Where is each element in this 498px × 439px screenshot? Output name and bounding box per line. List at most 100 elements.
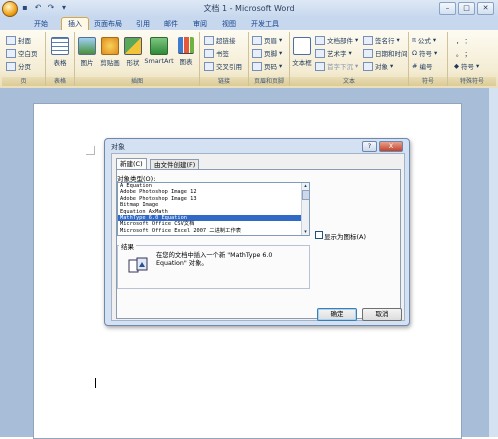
group-label-special-symbols: 特殊符号 [448, 77, 496, 86]
dropdown-arrow-icon: ▾ [348, 49, 352, 57]
group-pages: 封面 空白页 分页 页 [2, 32, 46, 86]
page-number-button[interactable]: 页码 ▾ [252, 61, 282, 71]
cover-page-button[interactable]: 封面 [6, 35, 31, 45]
dropdown-arrow-icon: ▾ [432, 36, 437, 44]
wordart-button[interactable]: 艺术字 ▾ [315, 48, 352, 58]
number-button[interactable]: # 编号 [412, 61, 432, 71]
signature-line-icon [363, 35, 373, 45]
comma-icon: ， [456, 37, 463, 45]
dropdown-arrow-icon: ▾ [279, 62, 283, 70]
text-cursor [95, 378, 96, 388]
blank-page-button[interactable]: 空白页 [6, 48, 38, 58]
list-item[interactable]: Microsoft Office Excel 2007 二进制工作表 [118, 228, 309, 234]
number-icon: # [412, 62, 418, 70]
signature-line-button[interactable]: 签名行 ▾ [363, 35, 400, 45]
page-break-button[interactable]: 分页 [6, 61, 31, 71]
footer-icon [252, 48, 262, 58]
title-bar: ▪ ↶ ↷ ▾ 文档 1 - Microsoft Word – □ ✕ [0, 0, 498, 18]
dropdown-arrow-icon: ▾ [396, 36, 400, 44]
result-label: 结果 [119, 241, 136, 251]
scroll-thumb[interactable] [302, 190, 309, 200]
dialog-title: 对象 [111, 143, 125, 151]
tab-review[interactable]: 审阅 [193, 18, 207, 30]
quick-parts-icon [315, 35, 325, 45]
table-button[interactable]: 表格 [50, 37, 70, 67]
maximize-icon[interactable]: □ [458, 2, 475, 15]
special-symbol-icon: ◆ [454, 62, 459, 70]
textbox-icon [293, 37, 311, 55]
tab-insert[interactable]: 插入 [61, 17, 89, 30]
bookmark-button[interactable]: 书签 [204, 48, 229, 58]
special-symbol-period[interactable]: 。； [456, 48, 471, 58]
insert-object-icon [128, 257, 148, 273]
group-label-table: 表格 [46, 77, 74, 86]
dropdown-arrow-icon: ▾ [279, 49, 283, 57]
object-dialog: 对象 ? X 新建(C) 由文件创建(F) 对象类型(O): A Equatio… [104, 138, 410, 326]
bookmark-icon [204, 48, 214, 58]
smartart-button[interactable]: SmartArt [144, 37, 174, 65]
dropcap-icon [315, 61, 325, 71]
footer-button[interactable]: 页脚 ▾ [252, 48, 282, 58]
ok-button[interactable]: 确定 [317, 308, 357, 321]
cover-page-icon [6, 35, 16, 45]
object-icon [363, 61, 373, 71]
picture-button[interactable]: 图片 [78, 37, 96, 67]
object-type-list[interactable]: A Equation Adobe Photoshop Image 12 Adobe … [117, 182, 310, 236]
date-time-button[interactable]: 日期和时间 [363, 48, 408, 58]
display-as-icon-checkbox[interactable] [315, 231, 323, 239]
calendar-icon [363, 48, 373, 58]
display-as-icon-label: 显示为图标(A) [324, 233, 367, 241]
tab-references[interactable]: 引用 [136, 18, 150, 30]
list-scrollbar[interactable]: ▴ ▾ [301, 183, 309, 235]
dialog-title-buttons: ? X [362, 141, 403, 152]
minimize-icon[interactable]: – [439, 2, 456, 15]
cross-reference-button[interactable]: 交叉引用 [204, 61, 242, 71]
shapes-button[interactable]: 形状 [124, 37, 142, 67]
group-table: 表格 表格 [46, 32, 75, 86]
dropdown-arrow-icon: ▾ [279, 36, 283, 44]
group-label-symbols: 符号 [409, 77, 447, 86]
textbox-button[interactable]: 文本框 [291, 37, 313, 67]
colon-icon: ： [464, 37, 472, 45]
help-button[interactable]: ? [362, 141, 377, 152]
dropcap-button[interactable]: 首字下沉 ▾ [315, 61, 358, 71]
special-symbol-button[interactable]: ◆ 符号 ▾ [454, 61, 479, 71]
shapes-icon [124, 37, 142, 55]
ribbon-tabs: 开始 插入 页面布局 引用 邮件 审阅 视图 开发工具 [0, 17, 498, 30]
header-button[interactable]: 页眉 ▾ [252, 35, 282, 45]
equation-button[interactable]: π 公式 ▾ [412, 35, 436, 45]
chart-button[interactable]: 图表 [176, 37, 196, 66]
dialog-body: 新建(C) 由文件创建(F) 对象类型(O): A Equation Adobe … [111, 153, 405, 321]
dropdown-arrow-icon: ▾ [390, 62, 394, 70]
group-links: 超链接 书签 交叉引用 链接 [200, 32, 249, 86]
dropdown-arrow-icon: ▾ [355, 62, 359, 70]
window-controls: – □ ✕ [439, 2, 494, 15]
picture-icon [78, 37, 96, 55]
tab-page-layout[interactable]: 页面布局 [94, 18, 122, 30]
clipart-button[interactable]: 剪贴画 [98, 37, 122, 67]
dropdown-arrow-icon: ▾ [355, 36, 359, 44]
dialog-close-button[interactable]: X [379, 141, 403, 152]
tab-mailings[interactable]: 邮件 [164, 18, 178, 30]
special-symbol-comma[interactable]: ，： [456, 35, 471, 45]
ribbon: 封面 空白页 分页 页 表格 表格 图片 剪贴画 形状 SmartArt 图表 … [0, 30, 498, 89]
clipart-icon [101, 37, 119, 55]
group-special-symbols: ，： 。； ◆ 符号 ▾ 特殊符号 [448, 32, 496, 86]
tab-developer[interactable]: 开发工具 [251, 18, 279, 30]
close-icon[interactable]: ✕ [477, 2, 494, 15]
group-symbols: π 公式 ▾ Ω 符号 ▾ # 编号 符号 [409, 32, 448, 86]
hyperlink-button[interactable]: 超链接 [204, 35, 236, 45]
scroll-down-icon[interactable]: ▾ [302, 229, 309, 235]
page-number-icon [252, 61, 262, 71]
symbol-button[interactable]: Ω 符号 ▾ [412, 48, 437, 58]
cancel-button[interactable]: 取消 [362, 308, 402, 321]
result-description: 在您的文档中插入一个新 "MathType 6.0 Equation" 对象。 [156, 252, 273, 267]
table-icon [51, 37, 69, 55]
vertical-scrollbar[interactable] [488, 88, 498, 437]
scroll-up-icon[interactable]: ▴ [302, 183, 309, 189]
tab-home[interactable]: 开始 [34, 18, 48, 30]
object-button[interactable]: 对象 ▾ [363, 61, 393, 71]
object-type-items: A Equation Adobe Photoshop Image 12 Adobe … [118, 183, 309, 234]
tab-view[interactable]: 视图 [222, 18, 236, 30]
quick-parts-button[interactable]: 文档部件 ▾ [315, 35, 358, 45]
